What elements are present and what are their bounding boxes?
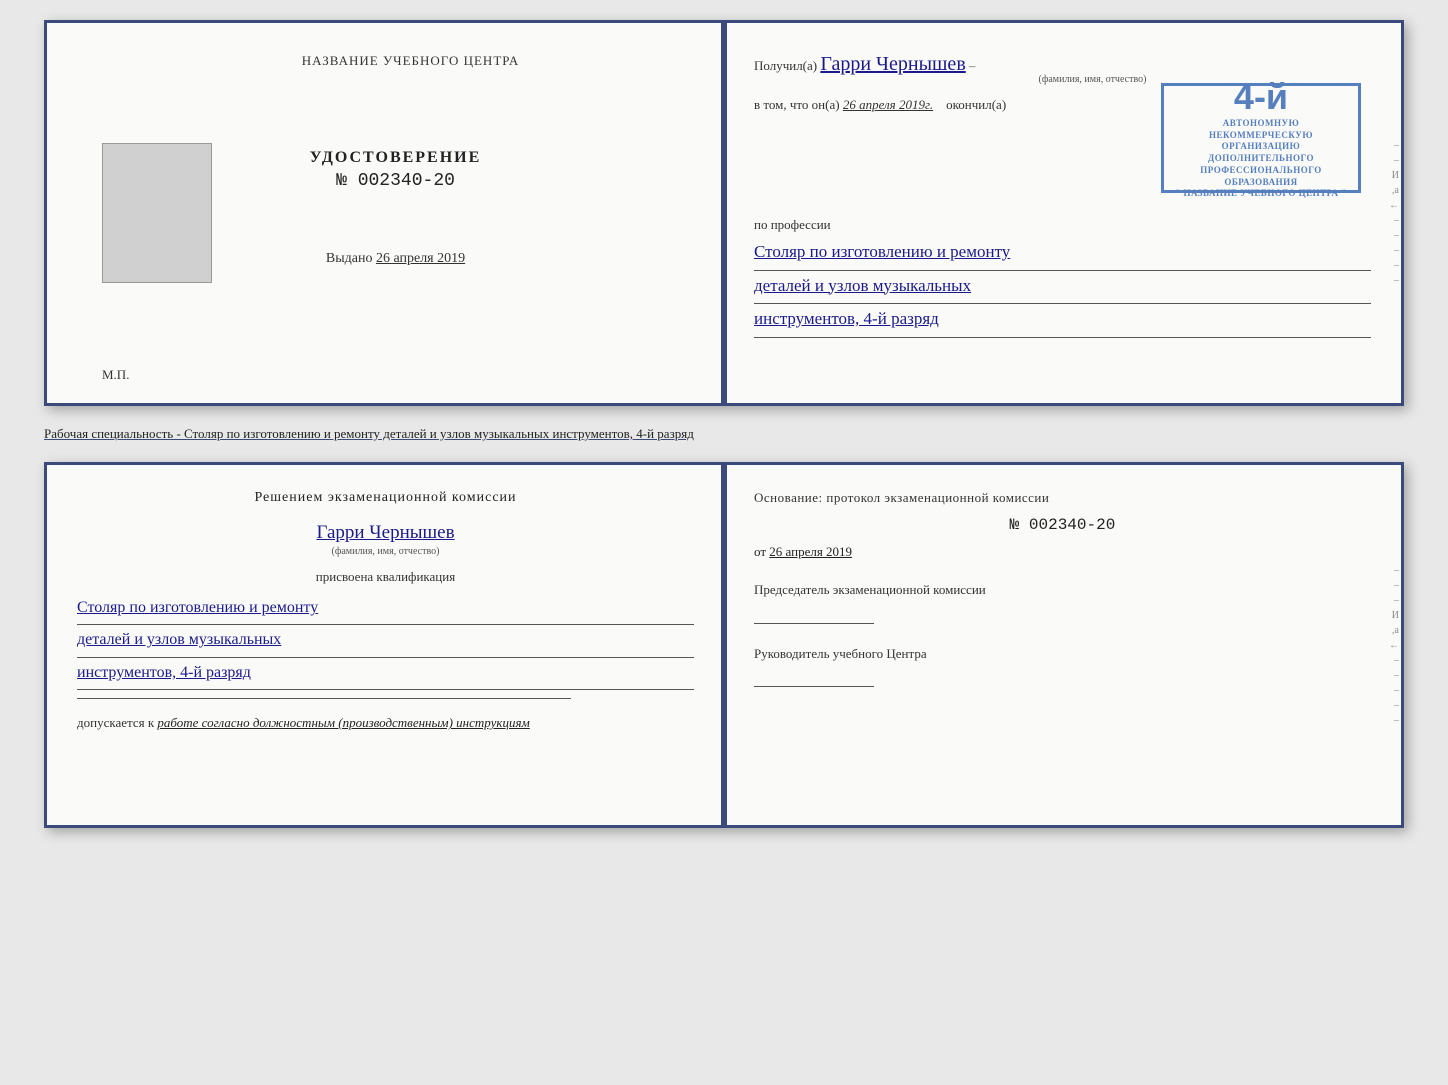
- mp-label: М.П.: [102, 367, 129, 383]
- stamp-4y: 4-й: [1234, 76, 1288, 118]
- photo-placeholder: [102, 143, 212, 283]
- rukovoditel-block: Руководитель учебного Центра: [754, 644, 1371, 688]
- predsedatel-label: Председатель экзаменационной комиссии: [754, 582, 986, 597]
- dopusk-block: допускается к работе согласно должностны…: [77, 715, 694, 731]
- side-dash: –: [1385, 260, 1399, 271]
- ot-date-value: 26 апреля 2019: [769, 544, 852, 559]
- nomer-protocol: № 002340-20: [754, 516, 1371, 534]
- ot-prefix: от: [754, 544, 766, 559]
- rukovoditel-signature-line: [754, 671, 874, 687]
- number-prefix: №: [336, 171, 347, 191]
- bottom-profession-line3: инструментов, 4-й разряд: [77, 658, 694, 690]
- side-dash: –: [1385, 595, 1399, 606]
- profession-block: Столяр по изготовлению и ремонту деталей…: [754, 237, 1371, 338]
- po-professii-label: по профессии: [754, 217, 1371, 233]
- profession-line2: деталей и узлов музыкальных: [754, 271, 1371, 305]
- vtom-label: в том, что он(а): [754, 97, 840, 112]
- specialist-text: Рабочая специальность - Столяр по изгото…: [44, 422, 1404, 446]
- left-page-title: НАЗВАНИЕ УЧЕБНОГО ЦЕНТРА: [127, 53, 694, 69]
- ot-date-block: от 26 апреля 2019: [754, 544, 1371, 560]
- rukovoditel-label: Руководитель учебного Центра: [754, 646, 927, 661]
- right-side-decorations: – – И ,а ← – – – – –: [1385, 23, 1401, 403]
- osnovanie-block: Основание: протокол экзаменационной коми…: [754, 490, 1371, 506]
- predsedatel-signature-line: [754, 608, 874, 624]
- side-dash: –: [1385, 155, 1399, 166]
- side-dash: –: [1385, 655, 1399, 666]
- bottom-profession-line2: деталей и узлов музыкальных: [77, 625, 694, 657]
- side-dash: –: [1385, 215, 1399, 226]
- poluchil-name: Гарри Чернышев: [820, 53, 965, 75]
- udostoverenie-number-value: 002340-20: [358, 171, 455, 191]
- bottom-profession-line1: Столяр по изготовлению и ремонту: [77, 593, 694, 625]
- bottom-right-page: Основание: протокол экзаменационной коми…: [724, 465, 1401, 825]
- side-dash: –: [1385, 670, 1399, 681]
- side-dash: –: [1385, 245, 1399, 256]
- vtom-date: 26 апреля 2019г.: [843, 97, 933, 112]
- bottom-right-side-decorations: – – – И ,а ← – – – – –: [1385, 465, 1401, 825]
- side-dash: ,а: [1385, 625, 1399, 636]
- stamp-overlay: 4-й АВТОНОМНУЮ НЕКОММЕРЧЕСКУЮ ОРГАНИЗАЦИ…: [1161, 83, 1361, 193]
- top-left-page: НАЗВАНИЕ УЧЕБНОГО ЦЕНТРА УДОСТОВЕРЕНИЕ №…: [47, 23, 724, 403]
- side-dash: –: [1385, 140, 1399, 151]
- stamp-org-line1: АВТОНОМНУЮ НЕКОММЕРЧЕСКУЮ ОРГАНИЗАЦИЮ: [1170, 118, 1352, 153]
- side-dash: И: [1385, 170, 1399, 181]
- profession-line1: Столяр по изготовлению и ремонту: [754, 237, 1371, 271]
- poluchil-label: Получил(а): [754, 58, 817, 73]
- side-dash: ←: [1385, 640, 1399, 651]
- dopusk-value: работе согласно должностным (производств…: [157, 715, 529, 730]
- predsedatel-block: Председатель экзаменационной комиссии: [754, 580, 1371, 624]
- bottom-left-page: Решением экзаменационной комиссии Гарри …: [47, 465, 724, 825]
- vydano-label: Выдано: [326, 251, 373, 266]
- side-dash: –: [1385, 230, 1399, 241]
- top-document-spread: НАЗВАНИЕ УЧЕБНОГО ЦЕНТРА УДОСТОВЕРЕНИЕ №…: [44, 20, 1404, 406]
- side-dash: –: [1385, 565, 1399, 576]
- bottom-name-block: Гарри Чернышев (фамилия, имя, отчество): [77, 522, 694, 557]
- stamp-org-line2: ДОПОЛНИТЕЛЬНОГО ПРОФЕССИОНАЛЬНОГО ОБРАЗО…: [1170, 153, 1352, 188]
- vydano-date: 26 апреля 2019: [376, 251, 465, 266]
- top-right-page: 4-й АВТОНОМНУЮ НЕКОММЕРЧЕСКУЮ ОРГАНИЗАЦИ…: [724, 23, 1401, 403]
- bottom-document-spread: Решением экзаменационной комиссии Гарри …: [44, 462, 1404, 828]
- resheniem-title: Решением экзаменационной комиссии: [77, 490, 694, 506]
- bottom-profession-block: Столяр по изготовлению и ремонту деталей…: [77, 593, 694, 690]
- side-dash: –: [1385, 700, 1399, 711]
- side-dash: –: [1385, 275, 1399, 286]
- side-dash: –: [1385, 685, 1399, 696]
- bottom-name: Гарри Чернышев: [77, 522, 694, 544]
- side-dash: ←: [1385, 200, 1399, 211]
- stamp-org-line3: " НАЗВАНИЕ УЧЕБНОГО ЦЕНТРА ": [1175, 188, 1346, 200]
- side-dash: –: [1385, 715, 1399, 726]
- profession-line3: инструментов, 4-й разряд: [754, 304, 1371, 338]
- dopusk-label: допускается к: [77, 715, 154, 730]
- protocol-number: 002340-20: [1029, 516, 1115, 534]
- side-dash: И: [1385, 610, 1399, 621]
- fio-subtitle: (фамилия, имя, отчество): [77, 546, 694, 557]
- side-dash: –: [1385, 580, 1399, 591]
- protocol-number-prefix: №: [1010, 516, 1020, 534]
- prisvoyena-label: присвоена квалификация: [77, 569, 694, 585]
- side-dash: ,а: [1385, 185, 1399, 196]
- okonchil-label: окончил(а): [946, 97, 1006, 112]
